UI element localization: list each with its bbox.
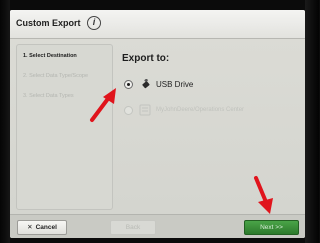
wizard-step-2: 2. Select Data Type/Scope bbox=[23, 73, 89, 79]
device-bezel-right bbox=[305, 0, 319, 243]
online-radio-button bbox=[124, 106, 133, 115]
wizard-step-1: 1. Select Destination bbox=[23, 53, 77, 59]
usb-drive-label: USB Drive bbox=[156, 80, 194, 89]
info-icon[interactable]: i bbox=[87, 16, 101, 30]
usb-radio-button[interactable] bbox=[124, 80, 133, 89]
cancel-button[interactable]: ✕ Cancel bbox=[17, 220, 67, 235]
online-destination-label: MyJohnDeere/Operations Center bbox=[156, 107, 245, 113]
annotation-arrow-usb bbox=[90, 88, 116, 122]
title-bar: Custom Export i bbox=[10, 10, 305, 39]
back-button: Back bbox=[110, 220, 156, 235]
device-bezel-left bbox=[0, 0, 10, 243]
annotation-arrow-next bbox=[254, 176, 273, 214]
wizard-step-3: 3. Select Data Types bbox=[23, 93, 74, 99]
close-icon: ✕ bbox=[27, 224, 33, 231]
next-button[interactable]: Next >> bbox=[244, 220, 299, 235]
wizard-footer: ✕ Cancel Back Next >> bbox=[10, 214, 305, 238]
hard-drive-icon bbox=[139, 104, 151, 116]
wizard-step-sidebar: 1. Select Destination 2. Select Data Typ… bbox=[16, 44, 113, 210]
cancel-button-label: Cancel bbox=[35, 224, 57, 231]
usb-drive-icon bbox=[142, 79, 150, 89]
window-title: Custom Export bbox=[16, 18, 81, 28]
export-to-heading: Export to: bbox=[122, 53, 170, 64]
